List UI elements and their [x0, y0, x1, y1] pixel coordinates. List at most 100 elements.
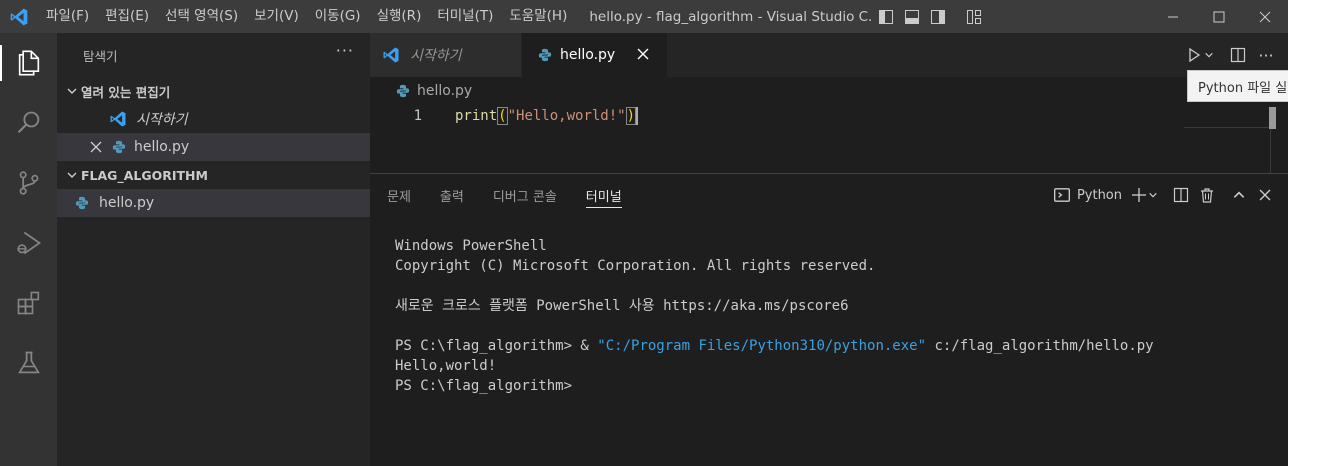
- code-line[interactable]: 1 print("Hello,world!"): [370, 104, 1288, 128]
- window-controls: [1150, 0, 1288, 33]
- panel-tab-terminal[interactable]: 터미널: [585, 174, 622, 216]
- code-function: print: [455, 108, 498, 124]
- python-file-icon: [538, 48, 560, 62]
- tab-label: 시작하기: [410, 48, 462, 64]
- terminal-line: 새로운 크로스 플랫폼 PowerShell 사용 https://aka.ms…: [395, 298, 849, 314]
- terminal-prompt: PS C:\flag_algorithm> &: [395, 338, 598, 354]
- panel-tab-debug-console[interactable]: 디버그 콘솔: [493, 174, 557, 216]
- chevron-down-icon: [63, 169, 81, 181]
- more-editor-actions-icon[interactable]: ···: [1252, 41, 1280, 69]
- folder-section[interactable]: FLAG_ALGORITHM: [57, 161, 370, 189]
- open-editor-label: hello.py: [134, 139, 190, 155]
- menu-selection[interactable]: 선택 영역(S): [157, 0, 246, 33]
- layout-controls: [873, 0, 987, 33]
- breadcrumb-file: hello.py: [417, 82, 473, 99]
- close-editor-icon[interactable]: [90, 141, 112, 153]
- python-file-icon: [112, 140, 132, 154]
- chevron-down-icon: [63, 85, 81, 97]
- editor-scrollbar[interactable]: [1269, 107, 1276, 129]
- terminal-command-line: PS C:\flag_algorithm> & "C:/Program File…: [395, 336, 1288, 356]
- bottom-panel: 문제 출력 디버그 콘솔 터미널 Python Windows PowerShe…: [370, 173, 1288, 466]
- testing-flask-icon[interactable]: [0, 339, 57, 387]
- toggle-panel-icon[interactable]: [899, 0, 925, 33]
- open-editor-item-welcome[interactable]: 시작하기: [57, 105, 370, 133]
- current-line-highlight: [1184, 127, 1274, 128]
- explorer-icon[interactable]: [0, 39, 57, 87]
- more-actions-icon[interactable]: ···: [336, 41, 354, 60]
- split-terminal-icon[interactable]: [1168, 182, 1194, 208]
- run-debug-icon[interactable]: [0, 219, 57, 267]
- vscode-logo-icon: [0, 0, 38, 33]
- panel-tabs: 문제 출력 디버그 콘솔 터미널 Python: [370, 174, 1288, 216]
- python-file-icon: [75, 196, 99, 210]
- vscode-welcome-icon: [109, 110, 131, 128]
- terminal-line: Hello,world!: [395, 358, 497, 374]
- maximize-panel-chevron-up-icon[interactable]: [1226, 182, 1252, 208]
- menu-help[interactable]: 도움말(H): [501, 0, 575, 33]
- terminal-selector[interactable]: Python: [1053, 186, 1122, 204]
- source-control-icon[interactable]: [0, 159, 57, 207]
- code-text[interactable]: print("Hello,world!"): [455, 107, 639, 125]
- tab-welcome[interactable]: 시작하기: [370, 33, 522, 77]
- terminal-output[interactable]: Windows PowerShell Copyright (C) Microso…: [370, 216, 1288, 396]
- window-title: hello.py - flag_algorithm - Visual Studi…: [589, 8, 874, 25]
- split-editor-icon[interactable]: [1224, 41, 1252, 69]
- kill-terminal-trash-icon[interactable]: [1194, 182, 1220, 208]
- menu-terminal[interactable]: 터미널(T): [429, 0, 501, 33]
- panel-actions: Python: [1053, 174, 1278, 216]
- panel-tab-output[interactable]: 출력: [440, 174, 464, 216]
- menu-bar: 파일(F) 편집(E) 선택 영역(S) 보기(V) 이동(G) 실행(R) 터…: [38, 0, 575, 33]
- sidebar-header: 탐색기 ···: [57, 33, 370, 77]
- menu-edit[interactable]: 편집(E): [97, 0, 157, 33]
- breadcrumb[interactable]: hello.py: [370, 77, 1288, 104]
- close-panel-icon[interactable]: [1252, 182, 1278, 208]
- vscode-window: 파일(F) 편집(E) 선택 영역(S) 보기(V) 이동(G) 실행(R) 터…: [0, 0, 1288, 466]
- vscode-welcome-icon: [382, 46, 410, 64]
- editor-tabs: 시작하기 hello.py ···: [370, 33, 1288, 77]
- file-item-hello[interactable]: hello.py: [57, 189, 370, 217]
- minimize-icon[interactable]: [1150, 0, 1196, 33]
- menu-run[interactable]: 실행(R): [369, 0, 430, 33]
- open-editor-item-hello[interactable]: hello.py: [57, 133, 370, 161]
- close-window-icon[interactable]: [1242, 0, 1288, 33]
- menu-view[interactable]: 보기(V): [246, 0, 307, 33]
- code-paren-open: (: [497, 107, 508, 125]
- text-cursor: [636, 107, 639, 125]
- terminal-line: Windows PowerShell: [395, 238, 547, 254]
- code-paren-close: ): [625, 107, 637, 125]
- run-options-chevron-icon[interactable]: [1202, 41, 1216, 69]
- search-icon[interactable]: [0, 99, 57, 147]
- terminal-script-path: c:/flag_algorithm/hello.py: [926, 338, 1154, 354]
- sidebar-title: 탐색기: [83, 48, 118, 64]
- line-number: 1: [413, 108, 422, 124]
- file-label: hello.py: [99, 195, 155, 211]
- toggle-primary-sidebar-icon[interactable]: [873, 0, 899, 33]
- terminal-line: Copyright (C) Microsoft Corporation. All…: [395, 258, 876, 274]
- maximize-icon[interactable]: [1196, 0, 1242, 33]
- terminal-icon: [1053, 186, 1071, 204]
- run-python-tooltip: Python 파일 실행: [1187, 70, 1288, 102]
- folder-label: FLAG_ALGORITHM: [81, 167, 208, 183]
- terminal-line: PS C:\flag_algorithm>: [395, 378, 573, 394]
- open-editor-label: 시작하기: [136, 112, 188, 128]
- toggle-secondary-sidebar-icon[interactable]: [925, 0, 951, 33]
- close-tab-icon[interactable]: [637, 46, 649, 64]
- terminal-profiles-chevron-icon[interactable]: [1146, 182, 1160, 208]
- menu-file[interactable]: 파일(F): [38, 0, 97, 33]
- tab-label: hello.py: [560, 47, 616, 63]
- title-bar: 파일(F) 편집(E) 선택 영역(S) 보기(V) 이동(G) 실행(R) 터…: [0, 0, 1288, 33]
- extensions-icon[interactable]: [0, 279, 57, 327]
- open-editors-section[interactable]: 열려 있는 편집기: [57, 77, 370, 105]
- panel-tab-problems[interactable]: 문제: [387, 174, 411, 216]
- open-editors-label: 열려 있는 편집기: [81, 84, 171, 100]
- activity-bar: [0, 33, 57, 466]
- terminal-exe-path: "C:/Program Files/Python310/python.exe": [597, 338, 927, 354]
- terminal-name: Python: [1076, 187, 1122, 203]
- explorer-sidebar: 탐색기 ··· 열려 있는 편집기 시작하기 hello.py FLAG_ALG…: [57, 33, 370, 466]
- tab-hello-py[interactable]: hello.py: [522, 33, 668, 77]
- customize-layout-icon[interactable]: [961, 0, 987, 33]
- menu-go[interactable]: 이동(G): [307, 0, 369, 33]
- python-file-icon: [396, 84, 417, 98]
